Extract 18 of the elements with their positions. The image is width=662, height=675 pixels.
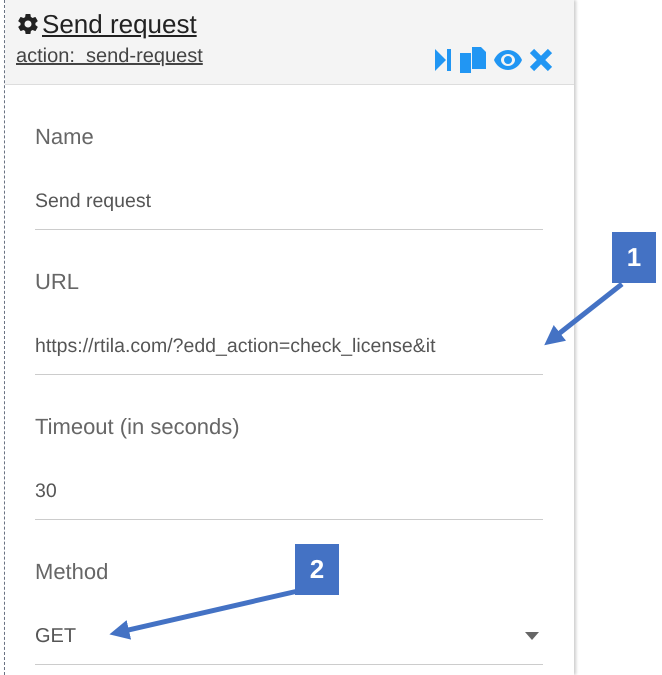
close-icon[interactable] [529, 48, 553, 72]
skip-icon[interactable] [433, 47, 453, 73]
field-label: URL [35, 268, 80, 296]
input-field[interactable]: 30 [35, 477, 543, 520]
panel-title[interactable]: Send request [42, 8, 197, 40]
field-label: Method [35, 558, 108, 586]
field-label: Timeout (in seconds) [35, 413, 240, 441]
field-label: Name [35, 123, 94, 151]
callout-badge: 1 [612, 232, 656, 283]
action-link[interactable]: action: send-request [16, 44, 203, 68]
method-dropdown[interactable]: GET [35, 622, 543, 665]
copy-icon[interactable] [459, 46, 487, 74]
callout-badge: 2 [295, 544, 339, 595]
gear-icon [16, 12, 40, 36]
input-field[interactable]: Send request [35, 187, 543, 230]
input-field[interactable]: https://rtila.com/?edd_action=check_license&it [35, 332, 543, 375]
eye-icon[interactable] [493, 49, 523, 71]
caret-icon [525, 632, 539, 640]
